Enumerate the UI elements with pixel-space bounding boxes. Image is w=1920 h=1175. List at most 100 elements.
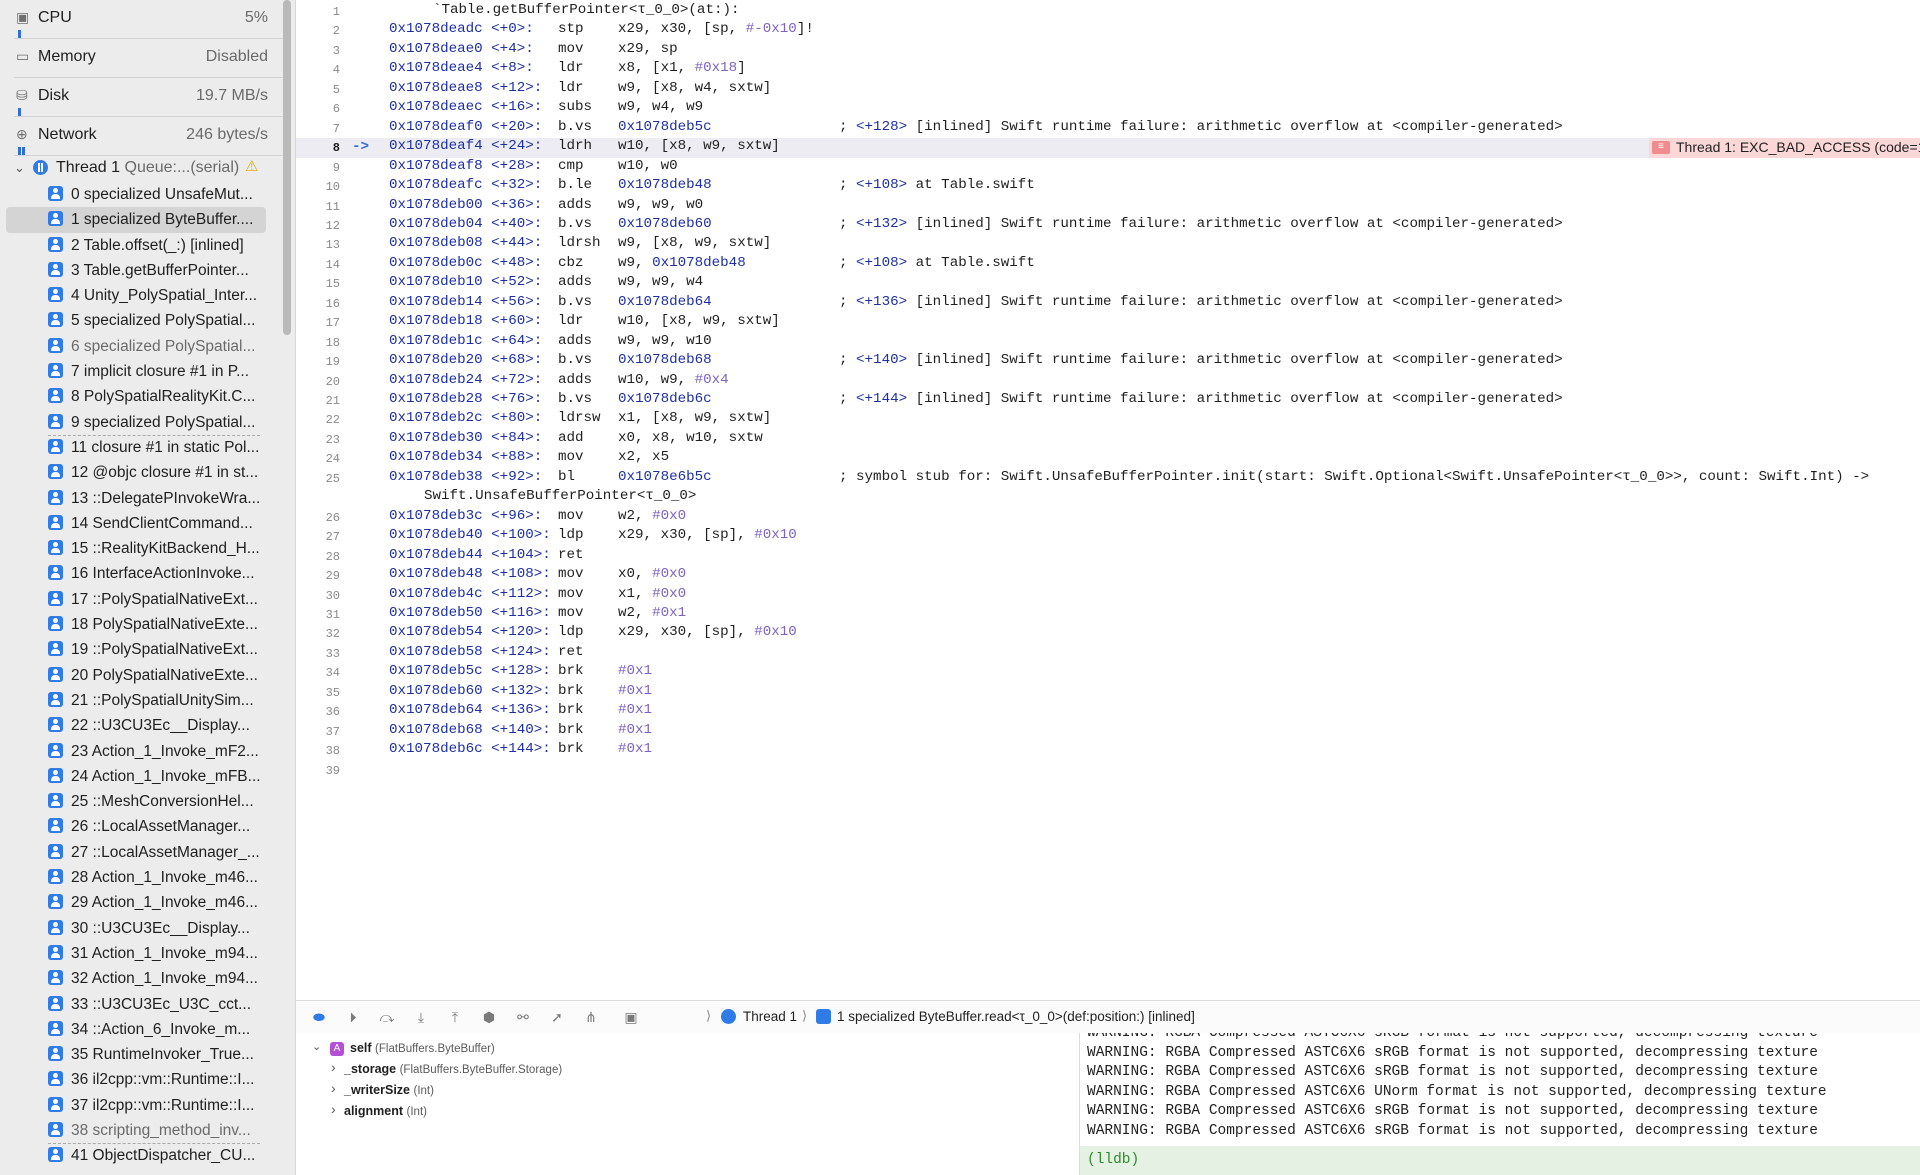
line-number[interactable]: 31 xyxy=(310,608,340,622)
stack-frame[interactable]: 26 ::LocalAssetManager... xyxy=(0,814,270,839)
line-number[interactable]: 3 xyxy=(310,44,340,58)
line-number[interactable]: 28 xyxy=(310,550,340,564)
stack-frame[interactable]: 28 Action_1_Invoke_m46... xyxy=(0,865,270,890)
line-number[interactable]: 5 xyxy=(310,83,340,97)
chevron-down-icon[interactable]: ⌄ xyxy=(312,1040,321,1053)
stack-frame[interactable]: 13 ::DelegatePInvokeWra... xyxy=(0,486,270,511)
line-number[interactable]: 13 xyxy=(310,238,340,252)
stack-frame[interactable]: 20 PolySpatialNativeExte... xyxy=(0,663,270,688)
variable-row[interactable]: › alignment (Int) xyxy=(296,1101,1076,1121)
line-number[interactable]: 18 xyxy=(310,336,340,350)
breadcrumb-frame[interactable]: 1 specialized ByteBuffer.read<τ_0_0>(def… xyxy=(837,1009,1195,1024)
variable-row[interactable]: › _writerSize (Int) xyxy=(296,1080,1076,1100)
line-number[interactable]: 16 xyxy=(310,297,340,311)
line-number[interactable]: 12 xyxy=(310,219,340,233)
stack-frame[interactable]: 29 Action_1_Invoke_m46... xyxy=(0,890,270,915)
lldb-prompt[interactable]: (lldb) xyxy=(1080,1146,1920,1175)
line-number[interactable]: 15 xyxy=(310,277,340,291)
stack-frame[interactable]: 31 Action_1_Invoke_m94... xyxy=(0,941,270,966)
line-number[interactable]: 1 xyxy=(310,5,340,19)
stack-frame[interactable]: 34 ::Action_6_Invoke_m... xyxy=(0,1017,270,1042)
stack-frame[interactable]: 24 Action_1_Invoke_mFB... xyxy=(0,764,270,789)
stack-frame[interactable]: 6 specialized PolySpatial... xyxy=(0,334,270,359)
line-number[interactable]: 7 xyxy=(310,122,340,136)
stack-frame[interactable]: 23 Action_1_Invoke_mF2... xyxy=(0,739,270,764)
stack-frame[interactable]: 1 specialized ByteBuffer.... xyxy=(6,207,266,233)
line-number[interactable]: 27 xyxy=(310,530,340,544)
line-number[interactable]: 39 xyxy=(310,764,340,778)
line-number[interactable]: 34 xyxy=(310,666,340,680)
stack-frame[interactable]: 3 Table.getBufferPointer... xyxy=(0,258,270,283)
simulate-location-icon[interactable]: ➚ xyxy=(548,1009,566,1025)
line-number[interactable]: 26 xyxy=(310,511,340,525)
line-number[interactable]: 20 xyxy=(310,375,340,389)
line-number[interactable]: 14 xyxy=(310,258,340,272)
breadcrumb-thread[interactable]: Thread 1 xyxy=(743,1009,797,1024)
stack-frame[interactable]: 41 ObjectDispatcher_CU... xyxy=(0,1143,270,1168)
step-over-icon[interactable]: ⤼ xyxy=(378,1009,396,1025)
line-number[interactable]: 36 xyxy=(310,705,340,719)
stack-frame[interactable]: 14 SendClientCommand... xyxy=(0,511,270,536)
line-number[interactable]: 10 xyxy=(310,180,340,194)
stack-frame[interactable]: 21 ::PolySpatialUnitySim... xyxy=(0,688,270,713)
line-number[interactable]: 29 xyxy=(310,569,340,583)
stack-frame[interactable]: 7 implicit closure #1 in P... xyxy=(0,359,270,384)
line-number[interactable]: 2 xyxy=(310,24,340,38)
breakpoints-toggle-icon[interactable]: ⬬ xyxy=(310,1009,328,1025)
stack-frame[interactable]: 38 scripting_method_inv... xyxy=(0,1118,270,1143)
stack-frame[interactable]: 17 ::PolySpatialNativeExt... xyxy=(0,587,270,612)
variable-row[interactable]: › _storage (FlatBuffers.ByteBuffer.Storag… xyxy=(296,1059,1076,1079)
thread-row[interactable]: ⌄ Thread 1 Queue:...(serial) ⚠ xyxy=(0,154,270,182)
stack-frame[interactable]: 32 Action_1_Invoke_m94... xyxy=(0,966,270,991)
line-number[interactable]: 17 xyxy=(310,316,340,330)
stack-frame[interactable]: 30 ::U3CU3Ec__Display... xyxy=(0,916,270,941)
environment-overrides-icon[interactable]: ⋔ xyxy=(582,1009,600,1025)
line-number[interactable]: 24 xyxy=(310,452,340,466)
stack-frame[interactable]: 0 specialized UnsafeMut... xyxy=(0,182,270,207)
sidebar-scrollbar[interactable] xyxy=(283,0,291,335)
stack-frame[interactable]: 19 ::PolySpatialNativeExt... xyxy=(0,637,270,662)
step-into-icon[interactable]: ⤓ xyxy=(412,1009,430,1025)
stack-frame[interactable]: 25 ::MeshConversionHel... xyxy=(0,789,270,814)
instruction-pointer[interactable]: -> xyxy=(352,139,369,155)
gauge-memory[interactable]: ▭ Memory Disabled xyxy=(14,39,290,78)
line-number[interactable]: 30 xyxy=(310,589,340,603)
line-number[interactable]: 35 xyxy=(310,686,340,700)
chevron-down-icon[interactable]: ⌄ xyxy=(14,160,25,176)
line-number[interactable]: 11 xyxy=(310,200,340,214)
line-number[interactable]: 4 xyxy=(310,63,340,77)
stack-frame[interactable]: 37 il2cpp::vm::Runtime::I... xyxy=(0,1093,270,1118)
stack-frame[interactable]: 27 ::LocalAssetManager_... xyxy=(0,840,270,865)
line-number[interactable]: 33 xyxy=(310,647,340,661)
stack-frame[interactable]: 22 ::U3CU3Ec__Display... xyxy=(0,713,270,738)
line-number[interactable]: 8 xyxy=(310,141,340,155)
stack-frame[interactable]: 36 il2cpp::vm::Runtime::I... xyxy=(0,1067,270,1092)
line-number[interactable]: 6 xyxy=(310,102,340,116)
variable-row[interactable]: ⌄ Aself (FlatBuffers.ByteBuffer) xyxy=(296,1038,1076,1058)
app-icon[interactable]: ▣ xyxy=(622,1009,640,1025)
stack-frame[interactable]: 15 ::RealityKitBackend_H... xyxy=(0,536,270,561)
stack-frame[interactable]: 5 specialized PolySpatial... xyxy=(0,308,270,333)
stack-frame[interactable]: 8 PolySpatialRealityKit.C... xyxy=(0,384,270,409)
line-number[interactable]: 23 xyxy=(310,433,340,447)
gauge-disk[interactable]: ⛁ Disk 19.7 MB/s xyxy=(14,78,290,117)
stack-frame[interactable]: 12 @objc closure #1 in st... xyxy=(0,460,270,485)
stack-frame[interactable]: 35 RuntimeInvoker_True... xyxy=(0,1042,270,1067)
stack-frame[interactable]: 33 ::U3CU3Ec_U3C_cct... xyxy=(0,992,270,1017)
line-number[interactable]: 38 xyxy=(310,744,340,758)
debug-view-hierarchy-icon[interactable]: ⬢ xyxy=(480,1009,498,1025)
stack-frame[interactable]: 18 PolySpatialNativeExte... xyxy=(0,612,270,637)
console-view[interactable]: WARNING: RGBA Compressed ASTC6X6 sRGB fo… xyxy=(1080,1033,1920,1175)
error-banner[interactable]: ≡ Thread 1: EXC_BAD_ACCESS (code=1, addre… xyxy=(1649,138,1920,158)
line-number[interactable]: 37 xyxy=(310,725,340,739)
line-number[interactable]: 25 xyxy=(310,472,340,486)
continue-icon[interactable]: ⏵ xyxy=(344,1009,362,1025)
chevron-right-icon[interactable]: › xyxy=(331,1080,336,1096)
disassembly-editor[interactable]: 1 `Table.getBufferPointer<τ_0_0>(at:): 2 0x… xyxy=(296,0,1920,1000)
stack-frame[interactable]: 9 specialized PolySpatial... xyxy=(0,410,270,435)
chevron-right-icon[interactable]: › xyxy=(331,1059,336,1075)
gauge-network[interactable]: ⊕ Network 246 bytes/s xyxy=(14,117,290,156)
step-out-icon[interactable]: ⤒ xyxy=(446,1009,464,1025)
stack-frame[interactable]: 16 InterfaceActionInvoke... xyxy=(0,561,270,586)
line-number[interactable]: 22 xyxy=(310,413,340,427)
